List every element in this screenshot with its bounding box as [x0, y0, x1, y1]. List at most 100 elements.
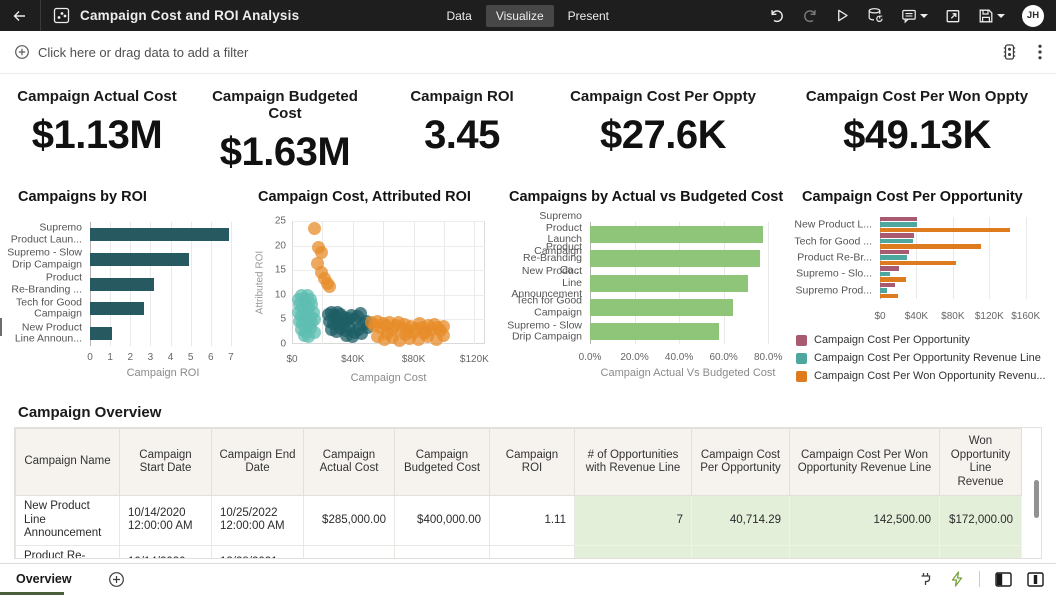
run-button[interactable] — [835, 8, 850, 23]
column-header[interactable]: Campaign Start Date — [120, 429, 212, 496]
tab-visualize[interactable]: Visualize — [486, 5, 554, 27]
chart-title: Campaign Cost, Attributed ROI — [258, 189, 471, 205]
roi-bar[interactable] — [90, 302, 144, 315]
page-title: Campaign Cost and ROI Analysis — [80, 8, 299, 23]
y-tick-label: 20 — [266, 240, 286, 251]
scatter-point[interactable] — [381, 327, 394, 340]
roi-bar[interactable] — [90, 253, 189, 266]
roi-bar[interactable] — [90, 228, 229, 241]
back-button[interactable] — [0, 0, 40, 31]
chart-title: Campaigns by ROI — [18, 189, 147, 205]
column-header[interactable]: Campaign Budgeted Cost — [395, 429, 490, 496]
column-header[interactable]: Campaign Actual Cost — [304, 429, 395, 496]
save-button[interactable] — [978, 8, 1005, 24]
tab-present[interactable]: Present — [558, 5, 619, 27]
column-header[interactable]: Campaign Name — [16, 429, 120, 496]
kpi-row: Campaign Actual Cost$1.13MCampaign Budge… — [0, 74, 1056, 184]
category-label: Tech for Good Campaign — [503, 296, 582, 319]
x-tick-label: 0 — [87, 352, 93, 363]
center-panel-toggle-icon[interactable] — [1027, 572, 1044, 587]
y-tick-label: 15 — [266, 265, 286, 276]
cost-bar[interactable] — [880, 233, 914, 238]
column-header[interactable]: Campaign ROI — [490, 429, 575, 496]
refresh-data-button[interactable] — [867, 7, 884, 24]
table-row[interactable]: New Product Line Announcement10/14/2020 … — [16, 496, 1022, 546]
cost-bar[interactable] — [880, 255, 907, 260]
conditional-formatting-icon[interactable] — [1001, 43, 1018, 61]
cost-bar[interactable] — [880, 288, 887, 293]
table-cell: 3.20 — [490, 545, 575, 559]
table-row[interactable]: Product Re-Branding Campaign10/14/2020 1… — [16, 545, 1022, 559]
cost-bar[interactable] — [880, 261, 956, 266]
filter-bar[interactable]: Click here or drag data to add a filter — [0, 31, 1056, 74]
table-cell: 40,714.29 — [692, 496, 790, 546]
scatter-point[interactable] — [418, 327, 431, 340]
cost-bar[interactable] — [880, 250, 909, 255]
undo-icon — [769, 8, 785, 24]
category-label: Supremo Prod... — [794, 285, 872, 297]
add-page-button[interactable] — [108, 571, 125, 588]
column-header[interactable]: Won Opportunity Line Revenue — [940, 429, 1022, 496]
kpi-label: Campaign Budgeted Cost — [194, 88, 376, 122]
cost-bar[interactable] — [880, 244, 981, 249]
roi-bar[interactable] — [590, 226, 763, 243]
cost-bar[interactable] — [880, 277, 906, 282]
redo-button[interactable] — [802, 8, 818, 24]
column-header[interactable]: Campaign End Date — [212, 429, 304, 496]
roi-bar[interactable] — [590, 299, 733, 316]
x-tick-label: $80K — [402, 354, 425, 365]
tab-overview-label: Overview — [16, 572, 72, 586]
x-tick-label: 0.0% — [579, 352, 602, 363]
cost-bar[interactable] — [880, 222, 917, 227]
scatter-point[interactable] — [302, 330, 315, 343]
more-options-icon[interactable] — [1038, 44, 1042, 60]
charts-row: Campaigns by ROI 01234567Campaign ROISup… — [0, 184, 1056, 396]
column-header[interactable]: Campaign Cost Per Won Opportunity Revenu… — [790, 429, 940, 496]
kpi-card: Campaign Actual Cost$1.13M — [0, 88, 194, 184]
cost-bar[interactable] — [880, 239, 913, 244]
user-avatar[interactable]: JH — [1022, 5, 1044, 27]
table-cell: $325,000.00 — [395, 545, 490, 559]
category-label: Supremo - Slow Drip Campaign — [0, 248, 82, 271]
expand-icon — [945, 8, 961, 24]
category-label: Supremo Product Laun... — [0, 223, 82, 246]
roi-bar[interactable] — [590, 275, 748, 292]
roi-bar[interactable] — [590, 323, 719, 340]
page-scrollbar[interactable] — [0, 318, 2, 336]
table-scrollbar[interactable] — [1034, 480, 1039, 518]
cost-bar[interactable] — [880, 266, 899, 271]
column-header[interactable]: # of Opportunities with Revenue Line — [575, 429, 692, 496]
cost-bar[interactable] — [880, 217, 917, 222]
cost-bar[interactable] — [880, 283, 895, 288]
left-panel-toggle-icon[interactable] — [995, 572, 1012, 587]
top-bar: Campaign Cost and ROI Analysis Data Visu… — [0, 0, 1056, 31]
save-icon — [978, 8, 994, 24]
roi-bar[interactable] — [590, 250, 760, 267]
campaign-table: Campaign NameCampaign Start DateCampaign… — [15, 428, 1022, 559]
undo-button[interactable] — [769, 8, 785, 24]
table-cell: Product Re-Branding Campaign — [16, 545, 120, 559]
y-tick-label: 5 — [266, 314, 286, 325]
legend-label: Campaign Cost Per Opportunity Revenue Li… — [814, 352, 1041, 364]
campaign-table-wrapper: Campaign NameCampaign Start DateCampaign… — [14, 427, 1042, 559]
kpi-label: Campaign ROI — [376, 88, 548, 105]
table-cell: 142,500.00 — [790, 496, 940, 546]
kpi-value: 3.45 — [376, 113, 548, 158]
cost-bar[interactable] — [880, 272, 890, 277]
column-header[interactable]: Campaign Cost Per Opportunity — [692, 429, 790, 496]
cost-bar[interactable] — [880, 294, 898, 299]
roi-bar[interactable] — [90, 278, 154, 291]
cost-bar[interactable] — [880, 228, 1010, 233]
connector-icon[interactable] — [919, 571, 935, 587]
legend-label: Campaign Cost Per Opportunity — [814, 334, 970, 346]
open-in-window-button[interactable] — [945, 8, 961, 24]
kpi-value: $1.13M — [0, 113, 194, 158]
spark-suggestions-icon[interactable] — [950, 571, 964, 587]
tab-overview[interactable]: Overview — [12, 564, 82, 595]
roi-bar[interactable] — [90, 327, 112, 340]
kpi-card: Campaign ROI 3.45 — [376, 88, 548, 184]
kpi-value: $1.63M — [194, 130, 376, 175]
annotations-button[interactable] — [901, 8, 928, 24]
redo-icon — [802, 8, 818, 24]
tab-data[interactable]: Data — [436, 5, 481, 27]
